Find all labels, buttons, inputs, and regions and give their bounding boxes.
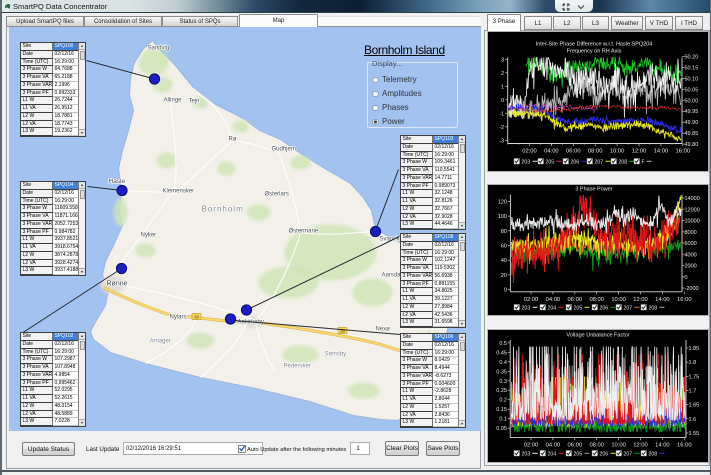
svg-text:Gudhjem: Gudhjem xyxy=(271,146,295,152)
svg-text:Tejn: Tejn xyxy=(188,98,199,104)
svg-text:Østermarie: Østermarie xyxy=(288,228,318,234)
svg-text:38: 38 xyxy=(193,314,199,319)
svg-text:Nyker: Nyker xyxy=(140,232,156,238)
svg-text:Stensby: Stensby xyxy=(324,351,346,357)
svg-text:Nylars: Nylars xyxy=(169,314,186,320)
svg-text:Bornholm: Bornholm xyxy=(201,204,243,213)
svg-text:Rø: Rø xyxy=(228,136,236,142)
svg-text:Pedersker: Pedersker xyxy=(283,363,310,369)
svg-text:Nexø: Nexø xyxy=(375,326,390,332)
svg-text:Østerlars: Østerlars xyxy=(264,191,288,197)
svg-text:Allinge: Allinge xyxy=(163,97,182,103)
svg-text:Sandvig: Sandvig xyxy=(147,45,169,51)
svg-text:Arnager: Arnager xyxy=(149,338,170,344)
svg-text:Rønne: Rønne xyxy=(106,280,127,287)
svg-text:Klemensker: Klemensker xyxy=(162,188,194,194)
svg-text:Hasle: Hasle xyxy=(108,178,125,185)
